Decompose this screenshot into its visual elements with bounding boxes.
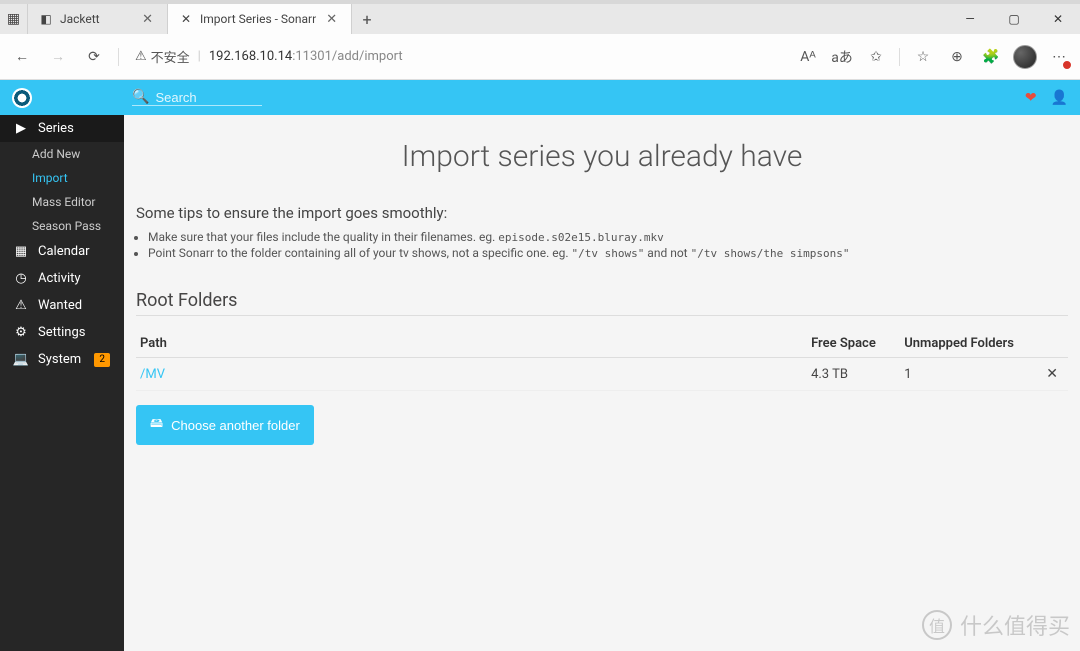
translate-icon[interactable]: aあ bbox=[827, 42, 857, 72]
col-path: Path bbox=[136, 330, 807, 358]
security-indicator[interactable]: ⚠ 不安全 bbox=[135, 47, 190, 66]
sidebar-item-activity[interactable]: ◷ Activity bbox=[0, 265, 124, 292]
profile-button[interactable] bbox=[1010, 42, 1040, 72]
sonarr-logo[interactable] bbox=[12, 88, 32, 108]
favicon-jackett: ◧ bbox=[38, 11, 54, 27]
tip-item: Make sure that your files include the qu… bbox=[148, 230, 1068, 244]
sidebar-item-season-pass[interactable]: Season Pass bbox=[0, 214, 124, 238]
sidebar-item-mass-editor[interactable]: Mass Editor bbox=[0, 190, 124, 214]
favorites-list-icon[interactable]: ☆ bbox=[908, 42, 938, 72]
divider bbox=[136, 315, 1068, 316]
collections-icon[interactable]: ⊕ bbox=[942, 42, 972, 72]
tips-heading: Some tips to ensure the import goes smoo… bbox=[136, 204, 1068, 222]
user-icon[interactable]: 👤 bbox=[1051, 90, 1068, 106]
menu-button[interactable]: ⋯ bbox=[1044, 42, 1074, 72]
calendar-icon: ▦ bbox=[14, 244, 28, 259]
tab-title: Import Series - Sonarr bbox=[200, 12, 316, 26]
browser-tab-strip: ▦ ◧ Jackett ✕ ✕ Import Series - Sonarr ✕… bbox=[0, 0, 1080, 34]
drive-icon: 🖴 bbox=[150, 414, 163, 436]
tips-list: Make sure that your files include the qu… bbox=[148, 230, 1068, 260]
sidebar-item-label: Settings bbox=[38, 325, 85, 340]
warning-icon: ⚠ bbox=[135, 49, 147, 64]
window-close-button[interactable]: ✕ bbox=[1036, 4, 1080, 34]
watermark-text: 什么值得买 bbox=[960, 609, 1070, 641]
sidebar-item-label: Series bbox=[38, 121, 74, 136]
reader-icon[interactable]: Aᴬ bbox=[793, 42, 823, 72]
watermark: 值 什么值得买 bbox=[922, 609, 1070, 641]
sidebar-item-label: Activity bbox=[38, 271, 81, 286]
choose-button-label: Choose another folder bbox=[171, 418, 300, 433]
tab-actions-icon[interactable]: ▦ bbox=[0, 4, 28, 34]
app-header: 🔍 ❤ 👤 bbox=[0, 80, 1080, 115]
sidebar-item-label: System bbox=[38, 352, 81, 367]
warning-icon: ⚠ bbox=[14, 298, 28, 313]
system-badge: 2 bbox=[94, 353, 110, 367]
sidebar-item-wanted[interactable]: ⚠ Wanted bbox=[0, 292, 124, 319]
favicon-sonarr: ✕ bbox=[178, 11, 194, 27]
sidebar: ▶ Series Add New Import Mass Editor Seas… bbox=[0, 115, 124, 651]
page-title: Import series you already have bbox=[136, 139, 1068, 174]
free-space-value: 4.3 TB bbox=[807, 358, 900, 391]
search-icon: 🔍 bbox=[132, 89, 149, 105]
avatar bbox=[1013, 45, 1037, 69]
sidebar-item-calendar[interactable]: ▦ Calendar bbox=[0, 238, 124, 265]
tab-title: Jackett bbox=[60, 12, 100, 26]
window-minimize-button[interactable]: — bbox=[948, 4, 992, 34]
table-row[interactable]: /MV 4.3 TB 1 ✕ bbox=[136, 358, 1068, 391]
search-input[interactable] bbox=[155, 90, 262, 105]
sidebar-item-label: Wanted bbox=[38, 298, 82, 313]
watermark-icon: 值 bbox=[922, 610, 952, 640]
security-label: 不安全 bbox=[151, 47, 190, 66]
address-bar: ← → ⟳ ⚠ 不安全 | 192.168.10.14:11301/add/im… bbox=[0, 34, 1080, 80]
sidebar-item-import[interactable]: Import bbox=[0, 166, 124, 190]
col-unmapped: Unmapped Folders bbox=[900, 330, 1030, 358]
donate-icon[interactable]: ❤ bbox=[1025, 90, 1037, 106]
nav-back-button[interactable]: ← bbox=[6, 41, 38, 73]
root-folder-path-link[interactable]: /MV bbox=[140, 367, 165, 382]
col-free-space: Free Space bbox=[807, 330, 900, 358]
root-folders-table: Path Free Space Unmapped Folders /MV 4.3… bbox=[136, 330, 1068, 391]
tab-jackett[interactable]: ◧ Jackett ✕ bbox=[28, 4, 168, 34]
choose-another-folder-button[interactable]: 🖴 Choose another folder bbox=[136, 405, 314, 445]
nav-forward-button[interactable]: → bbox=[42, 41, 74, 73]
nav-reload-button[interactable]: ⟳ bbox=[78, 41, 110, 73]
tip-item: Point Sonarr to the folder containing al… bbox=[148, 246, 1068, 260]
sidebar-item-series[interactable]: ▶ Series bbox=[0, 115, 124, 142]
extensions-icon[interactable]: 🧩 bbox=[976, 42, 1006, 72]
notification-badge bbox=[1062, 60, 1072, 70]
laptop-icon: 💻 bbox=[14, 352, 28, 367]
tab-close-icon[interactable]: ✕ bbox=[138, 12, 157, 27]
main-content: Import series you already have Some tips… bbox=[124, 115, 1080, 651]
clock-icon: ◷ bbox=[14, 271, 28, 286]
new-tab-button[interactable]: + bbox=[352, 10, 382, 29]
sidebar-item-system[interactable]: 💻 System 2 bbox=[0, 346, 124, 373]
root-folders-heading: Root Folders bbox=[136, 290, 1068, 311]
window-maximize-button[interactable]: ▢ bbox=[992, 4, 1036, 34]
gear-icon: ⚙ bbox=[14, 325, 28, 340]
search-container: 🔍 bbox=[132, 89, 262, 106]
url-field[interactable]: ⚠ 不安全 | 192.168.10.14:11301/add/import bbox=[127, 41, 783, 73]
window-controls: — ▢ ✕ bbox=[948, 4, 1080, 34]
sidebar-item-label: Calendar bbox=[38, 244, 90, 259]
sidebar-item-add-new[interactable]: Add New bbox=[0, 142, 124, 166]
favorite-icon[interactable]: ✩ bbox=[861, 42, 891, 72]
url-text: 192.168.10.14:11301/add/import bbox=[209, 49, 403, 64]
sidebar-item-settings[interactable]: ⚙ Settings bbox=[0, 319, 124, 346]
unmapped-value: 1 bbox=[900, 358, 1030, 391]
play-icon: ▶ bbox=[14, 121, 28, 136]
tab-close-icon[interactable]: ✕ bbox=[322, 12, 341, 27]
tab-sonarr[interactable]: ✕ Import Series - Sonarr ✕ bbox=[168, 4, 352, 34]
remove-folder-icon[interactable]: ✕ bbox=[1046, 366, 1058, 382]
